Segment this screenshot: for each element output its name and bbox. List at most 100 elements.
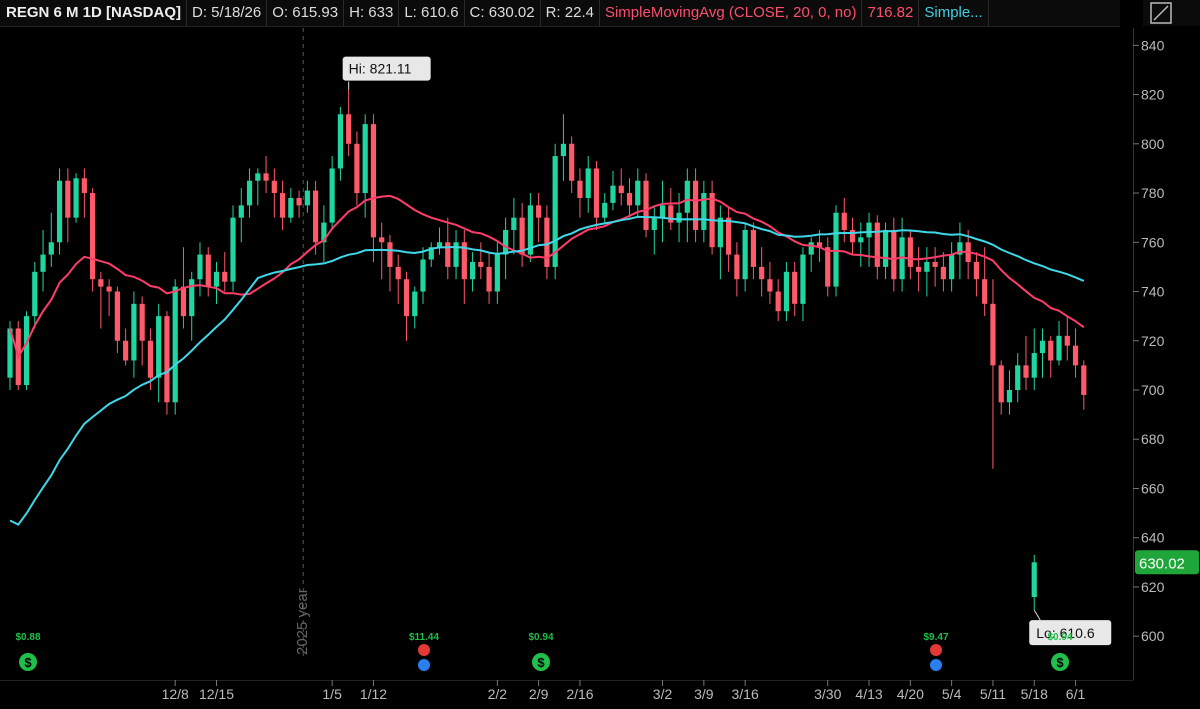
price-chart[interactable]: 600 620 640 660 680 700 720 740 760 780 800 820 840 1… [0,0,1200,709]
range-field: R: 22.4 [541,0,600,26]
candle-body [164,316,170,403]
drawing-tool-icon[interactable] [1143,0,1200,26]
candle-body [98,279,104,287]
x-tick-label: 2/16 [566,686,593,702]
y-tick-label: 820 [1141,87,1165,103]
candle-body [1015,365,1021,390]
sma50-label[interactable]: Simple... [919,0,989,26]
candle-body [370,124,377,238]
y-tick-label: 640 [1141,530,1165,546]
x-tick-label: 1/12 [360,686,387,702]
candle-body [40,254,46,272]
candle-body [849,229,856,243]
x-tick-label: 3/30 [814,686,841,702]
candle-body [1031,353,1037,378]
guidance-icon [418,659,430,671]
candle-body [395,266,401,280]
candle-body [643,180,649,230]
sma20-label[interactable]: SimpleMovingAvg (CLOSE, 20, 0, no) [600,0,863,26]
candle-body [445,242,451,267]
candle-body [932,261,938,267]
candle-body [304,190,310,206]
candle-body [106,286,112,292]
earnings-icon [418,644,430,656]
low-field: L: 610.6 [399,0,465,26]
x-tick-label: 5/18 [1021,686,1048,702]
y-tick-label: 720 [1141,333,1165,349]
candle-body [1039,340,1046,354]
candle-body [841,212,847,230]
candle-body [23,316,30,386]
candle-body [734,254,740,280]
y-tick-label: 680 [1141,431,1165,447]
candle-body [618,185,624,194]
y-tick-label: 760 [1141,234,1165,250]
candle-body [420,259,426,292]
candle-body [197,254,203,280]
close-field: C: 630.02 [465,0,541,26]
candle-body [296,197,302,206]
candle-body [684,180,690,213]
candle-body [453,242,459,267]
candle-body [271,180,277,194]
x-tick-label: 2/2 [488,686,508,702]
chart-settings-corner[interactable] [1143,0,1200,26]
event-value-label: $0.94 [1047,632,1072,643]
candle-body [1048,340,1054,361]
candle-body [577,180,583,198]
candle-body [65,180,71,218]
candle-body [32,271,38,317]
candle-body [73,178,79,218]
x-tick-label: 4/20 [897,686,924,702]
candle-body [288,197,294,218]
year-label: 2025 year [294,588,311,655]
candle-body [783,271,790,312]
candle-body [255,173,261,181]
open-field: O: 615.93 [267,0,345,26]
candle-body [156,316,162,378]
candle-body [982,279,988,304]
x-tick-label: 3/9 [694,686,714,702]
lo-connector [1033,609,1041,621]
candle-body [833,212,839,287]
y-tick-label: 660 [1141,480,1165,496]
candle-body [767,279,773,292]
y-tick-label: 600 [1141,628,1165,644]
x-tick-label: 3/16 [732,686,759,702]
candle-body [337,114,343,169]
candle-body [668,205,674,223]
dividend-symbol: $ [24,655,32,670]
candle-body [81,178,87,194]
last-price-label: 630.02 [1139,555,1185,572]
candle-body [1056,335,1062,361]
candle-body [131,303,137,361]
candle-body [329,168,335,223]
candle-body [403,279,410,317]
candle-body [172,286,178,403]
y-tick-label: 700 [1141,382,1165,398]
event-value-label: $9.47 [923,632,948,643]
candle-body [279,193,286,218]
candle-body [114,291,120,341]
candle-body [503,229,509,255]
symbol-label[interactable]: REGN 6 M 1D [NASDAQ] [0,0,188,26]
candle-body [544,217,550,267]
candle-body [379,237,385,243]
x-tick-label: 6/1 [1066,686,1086,702]
candle-body [635,180,641,206]
candle-body [593,168,600,218]
candle-body [676,212,682,223]
event-value-label: $0.88 [15,632,40,643]
candle-body [726,217,732,255]
candle-body [916,266,922,272]
candle-body [222,271,228,282]
x-tick-label: 12/15 [199,686,234,702]
candle-body [750,229,756,267]
candle-body [569,143,575,181]
candle-body [585,168,591,198]
candle-body [742,229,748,280]
candle-body [874,222,880,267]
candle-body [560,143,567,157]
candle-body [659,205,666,218]
candle-body [139,303,145,341]
